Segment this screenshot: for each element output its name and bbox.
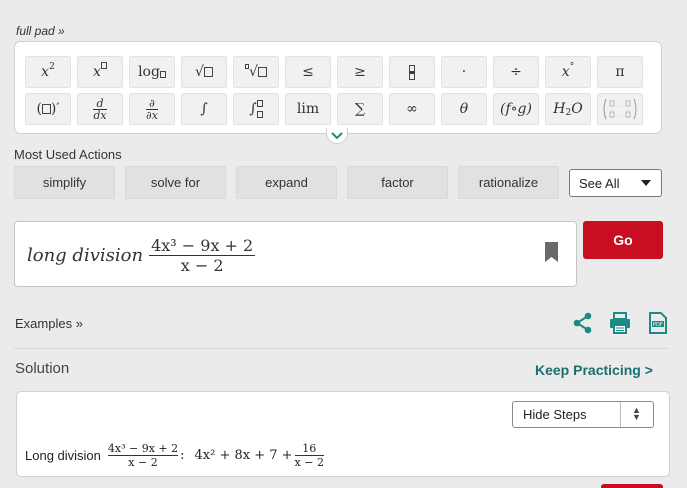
solution-label: Long division [25, 447, 101, 463]
input-fraction: 4x³ − 9x + 2 x − 2 [149, 235, 256, 275]
input-expression: long division 4x³ − 9x + 2 x − 2 [27, 230, 256, 280]
chevron-down-icon [331, 131, 343, 139]
svg-text:…: … [617, 103, 622, 109]
key-infinity[interactable]: ∞ [389, 93, 435, 125]
key-partial[interactable]: ∂ ∂x [129, 93, 175, 125]
caret-down-icon [641, 180, 651, 186]
solution-input-numerator: 4x³ − 9x + 2 [107, 441, 179, 455]
key-integral[interactable]: ∫ [181, 93, 227, 125]
action-expand[interactable]: expand [236, 166, 337, 199]
key-derivative-prime[interactable]: ()′ [25, 93, 71, 125]
key-degree[interactable]: x ° [545, 56, 591, 88]
input-numerator: 4x³ − 9x + 2 [151, 235, 254, 255]
hide-steps-label: Hide Steps [523, 407, 587, 422]
hide-steps-dropdown[interactable]: Hide Steps ▲ ▼ [512, 401, 654, 428]
solution-result-denominator: x − 2 [294, 455, 324, 469]
input-prefix: long division [27, 244, 144, 266]
section-divider [14, 348, 668, 349]
key-nth-root[interactable]: √ [233, 56, 279, 88]
key-lim[interactable]: lim [285, 93, 331, 125]
key-greater-equal[interactable]: ≥ [337, 56, 383, 88]
key-cdot[interactable]: · [441, 56, 487, 88]
pdf-icon[interactable]: PDF [647, 312, 669, 334]
key-x-squared[interactable]: x2 [25, 56, 71, 88]
input-denominator: x − 2 [180, 255, 224, 275]
keep-practicing-link[interactable]: Keep Practicing > [535, 362, 653, 378]
key-fraction[interactable] [389, 56, 435, 88]
action-simplify[interactable]: simplify [14, 166, 115, 199]
key-d-dx[interactable]: d dx [77, 93, 123, 125]
key-theta[interactable]: θ [441, 93, 487, 125]
collapse-pad-button[interactable] [326, 128, 348, 144]
key-composition[interactable]: (f∘g) [493, 93, 539, 125]
key-less-equal[interactable]: ≤ [285, 56, 331, 88]
key-x-power[interactable]: x [77, 56, 123, 88]
math-input[interactable]: long division 4x³ − 9x + 2 x − 2 [14, 221, 577, 287]
svg-text:…: … [617, 113, 622, 119]
solution-input-denominator: x − 2 [128, 455, 158, 469]
action-rationalize[interactable]: rationalize [458, 166, 559, 199]
most-used-actions-title: Most Used Actions [14, 147, 122, 162]
solution-result-polynomial: 4x² + 8x + 7 + [194, 447, 293, 463]
action-solve-for[interactable]: solve for [125, 166, 226, 199]
svg-text:PDF: PDF [653, 322, 663, 328]
key-definite-integral[interactable]: ∫ [233, 93, 279, 125]
see-all-dropdown[interactable]: See All [569, 169, 662, 197]
print-icon[interactable] [609, 312, 631, 334]
bookmark-icon[interactable] [545, 242, 558, 262]
solution-result-fraction: 16 x − 2 [294, 441, 324, 469]
key-sum[interactable]: ∑ [337, 93, 383, 125]
math-keypad: x2 x log √ √ ≤ ≥ · ÷ x ° π ()′ d dx ∂ ∂x ∫ … [14, 41, 662, 134]
full-pad-toggle[interactable]: full pad » [16, 24, 65, 38]
action-factor[interactable]: factor [347, 166, 448, 199]
up-down-icon: ▲ ▼ [632, 405, 641, 422]
examples-link[interactable]: Examples » [15, 316, 83, 331]
solution-input-fraction: 4x³ − 9x + 2 x − 2 [107, 441, 179, 469]
go-button[interactable]: Go [583, 221, 663, 259]
key-chemistry[interactable]: H2O [545, 93, 591, 125]
solution-line: Long division 4x³ − 9x + 2 x − 2 : 4x² +… [25, 437, 326, 473]
share-icon[interactable] [572, 312, 594, 334]
partial-red-button[interactable] [601, 484, 663, 488]
key-pi[interactable]: π [597, 56, 643, 88]
solution-result-numerator: 16 [302, 441, 317, 455]
solution-expression: 4x³ − 9x + 2 x − 2 : 4x² + 8x + 7 + 16 x… [107, 441, 324, 469]
key-matrix[interactable]: …… [597, 93, 643, 125]
key-log[interactable]: log [129, 56, 175, 88]
see-all-label: See All [579, 175, 620, 191]
key-sqrt[interactable]: √ [181, 56, 227, 88]
key-divide[interactable]: ÷ [493, 56, 539, 88]
solution-heading: Solution [15, 360, 70, 377]
